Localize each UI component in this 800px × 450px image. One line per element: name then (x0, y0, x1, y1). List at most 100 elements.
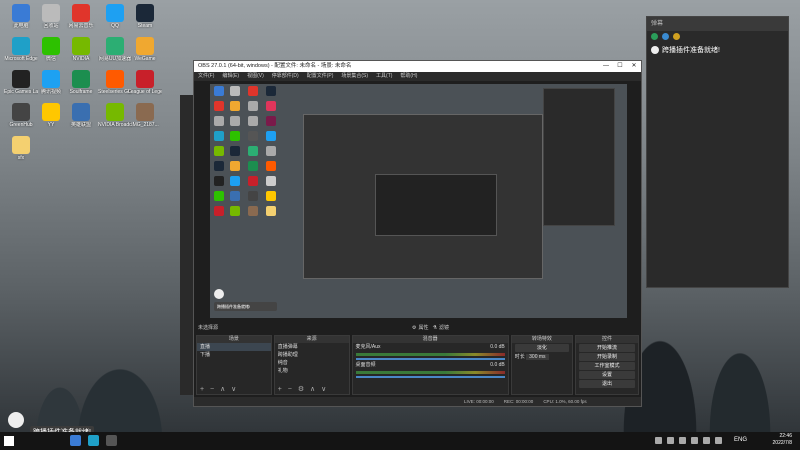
danmaku-message: 跨播插件准备就绪! (647, 45, 788, 55)
list-item[interactable]: 直播弹幕 (275, 343, 349, 351)
desktop-icon[interactable]: 微信 (34, 37, 68, 62)
language-indicator[interactable]: ENG (734, 437, 747, 443)
list-item[interactable]: 跨播助理 (275, 351, 349, 359)
controls-dock: 控件 开始推流 开始录制 工作室模式 设置 退出 (574, 335, 639, 395)
tray-icon[interactable] (655, 437, 662, 444)
properties-button[interactable]: ⚙ 属性 (412, 323, 429, 333)
desktop-icon-label: 微信 (45, 56, 56, 62)
app-icon (106, 70, 124, 88)
danmaku-message-text: 跨播插件准备就绪! (662, 47, 720, 54)
obs-icon[interactable] (106, 435, 117, 446)
desktop-icon[interactable]: 腾讯视频 (34, 70, 68, 95)
settings-button[interactable]: 设置 (578, 371, 635, 379)
desktop-icon-label: NVIDIA Broadcast (98, 122, 132, 128)
gift-icon[interactable] (661, 33, 669, 40)
start-recording-button[interactable]: 开始录制 (578, 353, 635, 361)
desktop-icon-label: Steam (137, 23, 153, 29)
desktop-icon[interactable]: Steam (128, 4, 162, 29)
filters-button[interactable]: ⚗ 滤镜 (433, 323, 450, 333)
edge-icon[interactable] (88, 435, 99, 446)
desktop-icon[interactable]: Epic Games Launcher (4, 70, 38, 95)
danmaku-icons (647, 31, 788, 45)
desktop-icon[interactable]: 此电脑 (4, 4, 38, 29)
desktop-icon-label: 英雄联盟 (70, 122, 91, 128)
tray-icon[interactable] (667, 437, 674, 444)
menu-item[interactable]: 配置文件(P) (307, 72, 334, 81)
source-list-controls[interactable]: + − ⚙ ∧ ∨ (278, 385, 328, 393)
volume-slider[interactable] (355, 376, 505, 378)
menu-item[interactable]: 工具(T) (376, 72, 392, 81)
mixer-dock-title: 混音器 (352, 336, 508, 343)
app-icon (136, 4, 154, 22)
app-icon (106, 37, 124, 55)
app-icon (12, 70, 30, 88)
desktop-icon-label: sfx (17, 155, 25, 161)
preview-danmaku-panel (543, 88, 615, 226)
desktop-icon[interactable]: GreenHub (4, 103, 38, 128)
list-item[interactable]: 下播 (197, 351, 271, 359)
desktop-icon[interactable]: 网易UU加速器 (98, 37, 132, 62)
desktop-icon-label: Steelseries GG (98, 89, 132, 95)
network-icon[interactable] (703, 437, 710, 444)
close-icon[interactable]: ✕ (627, 61, 641, 72)
app-icon (72, 70, 90, 88)
star-icon[interactable] (672, 33, 680, 40)
clock[interactable]: 22:46 2022/7/8 (773, 433, 792, 447)
desktop-icon-label: QQ (111, 23, 119, 29)
desktop-icon[interactable]: sfx (4, 136, 38, 161)
mixer-channel-header: 桌面音频 0.0 dB (355, 362, 505, 368)
desktop-icon-label: WeGame (134, 56, 156, 62)
volume-icon[interactable] (715, 437, 722, 444)
tray-icon[interactable] (691, 437, 698, 444)
desktop-icon[interactable]: Microsoft Edge (4, 37, 38, 62)
desktop-icon[interactable]: NVIDIA Broadcast (98, 103, 132, 128)
background-window (180, 95, 194, 395)
controls-dock-title: 控件 (575, 336, 638, 343)
desktop-icon[interactable]: 英雄联盟 (64, 103, 98, 128)
scene-list-controls[interactable]: + − ∧ ∨ (200, 385, 238, 393)
list-item[interactable]: 直播 (197, 343, 271, 351)
desktop-icon[interactable]: 网易云音乐 (64, 4, 98, 29)
tray-icon[interactable] (679, 437, 686, 444)
mixer-channel-header: 麦克风/Aux 0.0 dB (355, 344, 505, 350)
desktop-icon[interactable]: NVIDIA (64, 37, 98, 62)
desktop-icon[interactable]: Soulframe (64, 70, 98, 95)
transition-select[interactable]: 淡化 (514, 344, 569, 352)
list-item[interactable]: 纯音 (275, 359, 349, 367)
studio-mode-button[interactable]: 工作室模式 (578, 362, 635, 370)
mixer-dock: 混音器 麦克风/Aux 0.0 dB 桌面音频 0.0 dB (351, 335, 509, 395)
windows-start-icon[interactable] (4, 436, 14, 446)
exit-button[interactable]: 退出 (578, 380, 635, 388)
desktop-icon[interactable]: WeGame (128, 37, 162, 62)
menu-item[interactable]: 编辑(E) (222, 72, 239, 81)
app-icon (106, 103, 124, 121)
start-streaming-button[interactable]: 开始推流 (578, 344, 635, 352)
desktop-icon[interactable]: 回收站 (34, 4, 68, 29)
menu-item[interactable]: 帮助(H) (400, 72, 417, 81)
duration-input[interactable]: 300 ms (526, 354, 549, 360)
menu-item[interactable]: 停靠部件(D) (272, 72, 299, 81)
app-icon (12, 103, 30, 121)
user-icon[interactable] (651, 33, 658, 40)
app-icon (42, 103, 60, 121)
app-icon (42, 37, 60, 55)
desktop-icon[interactable]: YY (34, 103, 68, 128)
desktop-icon[interactable]: Steelseries GG (98, 70, 132, 95)
desktop-icon[interactable]: IMG_2187... (128, 103, 162, 128)
list-item[interactable]: 礼物 (275, 367, 349, 375)
menu-item[interactable]: 场景集合(S) (341, 72, 368, 81)
desktop-icon[interactable]: League of Legends (128, 70, 162, 95)
maximize-icon[interactable]: ☐ (613, 61, 627, 72)
obs-window: OBS 27.0.1 (64-bit, windows) - 配置文件: 未命名… (193, 60, 642, 407)
desktop-icon-label: GreenHub (9, 122, 33, 128)
sources-dock-title: 来源 (274, 336, 349, 343)
menu-item[interactable]: 文件(F) (198, 72, 214, 81)
desktop-icon[interactable]: QQ (98, 4, 132, 29)
taskbar-app-icon[interactable] (70, 435, 81, 446)
minimize-icon[interactable]: — (599, 61, 613, 72)
menu-item[interactable]: 视图(V) (247, 72, 264, 81)
obs-title: OBS 27.0.1 (64-bit, windows) - 配置文件: 未命名… (198, 63, 352, 69)
obs-preview[interactable]: 跨播插件准备就绪! (210, 84, 627, 318)
scenes-dock: 场景 直播 下播 + − ∧ ∨ (196, 335, 272, 395)
volume-slider[interactable] (355, 358, 505, 360)
